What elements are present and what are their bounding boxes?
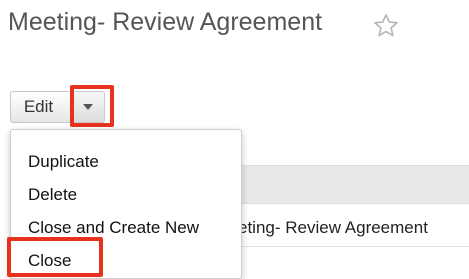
divider — [238, 246, 469, 247]
record-header-strip — [238, 165, 469, 204]
star-outline-icon[interactable] — [372, 12, 400, 40]
highlight-box-dropdown — [70, 85, 114, 127]
highlight-box-close — [7, 237, 103, 277]
record-name-field: eting- Review Agreement — [238, 218, 428, 237]
menu-item-duplicate[interactable]: Duplicate — [11, 145, 241, 178]
menu-item-delete[interactable]: Delete — [11, 178, 241, 211]
page-title: Meeting- Review Agreement — [8, 8, 323, 36]
edit-button[interactable]: Edit — [10, 91, 70, 123]
